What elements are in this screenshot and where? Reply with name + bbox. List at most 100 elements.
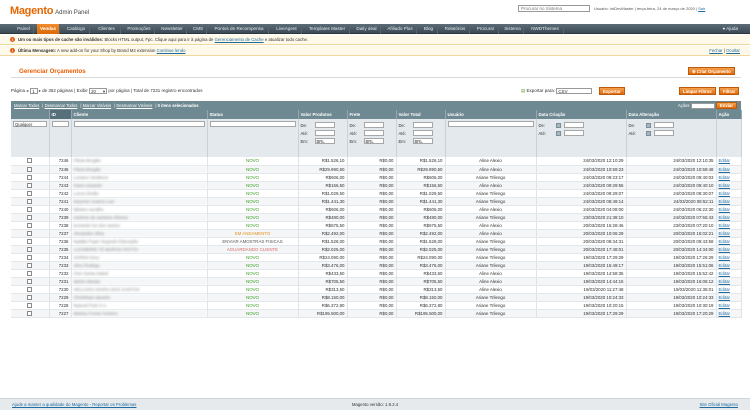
row-checkbox[interactable] [27, 206, 33, 212]
row-checkbox[interactable] [27, 254, 33, 260]
magento-logo[interactable]: Magento Admin Panel [10, 5, 89, 17]
edit-link[interactable]: Editar [719, 183, 730, 188]
nav-item-afiliado-plus[interactable]: Afiliado Plus [384, 24, 417, 34]
row-checkbox[interactable] [27, 190, 33, 196]
unselect-visible-link[interactable]: Desmarcar Visíveis [116, 103, 152, 108]
nav-item-promo-es[interactable]: Promoções [124, 24, 155, 34]
table-row[interactable]: 7238 leonardo loz dos santos NOVO R$675,50 R… [11, 221, 742, 230]
page-number-input[interactable]: 1 [29, 88, 38, 94]
nav-item-vendas[interactable]: Vendas [37, 24, 60, 34]
range-from-input[interactable] [412, 122, 433, 128]
export-button[interactable]: Exportar [599, 87, 625, 95]
table-row[interactable]: 7234 VAREN Grey NOVO R$24.090,00 R$0,00 R$24.… [11, 253, 742, 262]
export-format-select[interactable]: CSV [556, 88, 593, 94]
col-valor-total[interactable]: Valor Total [396, 110, 446, 119]
date-from-input[interactable] [653, 122, 674, 128]
search-button[interactable]: Filtrar [719, 87, 740, 95]
nav-item-painel[interactable]: Painel [14, 24, 34, 34]
table-row[interactable]: 7237 Alexandre Silva EM ANDAMENTO R$2.492,0… [11, 229, 742, 238]
table-row[interactable]: 7244 Luciano Venâncio NOVO R$606,00 R$0,00 R$… [11, 173, 742, 182]
table-row[interactable]: 7233 Alice Rodrigo NOVO R$3.476,00 R$0,00 R$3… [11, 261, 742, 270]
nav-item-clientes[interactable]: Clientes [93, 24, 121, 34]
col-valor-produtos[interactable]: Valor Produtos [298, 110, 348, 119]
row-checkbox[interactable] [27, 310, 33, 316]
row-checkbox[interactable] [27, 238, 33, 244]
table-row[interactable]: 7229 Christhiam abonim NOVO R$8.150,00 R$0,0… [11, 293, 742, 302]
close-message-link[interactable]: Fechar [709, 48, 722, 53]
nav-item-liveagent[interactable]: LiveAgent [272, 24, 302, 34]
table-row[interactable]: 7246 Flávia Bregão NOVO R$1.526,10 R$0,00 R$1… [11, 157, 742, 166]
global-search-input[interactable] [518, 5, 590, 12]
currency-select[interactable]: BRL [314, 138, 335, 144]
row-checkbox[interactable] [27, 174, 33, 180]
currency-select[interactable]: BRL [363, 138, 384, 144]
row-checkbox[interactable] [27, 230, 33, 236]
submit-button[interactable]: Enviar [715, 102, 737, 109]
continue-reading-link[interactable]: Continue lendo [157, 48, 186, 53]
prev-page-icon[interactable]: ◂ [26, 88, 28, 93]
edit-link[interactable]: Editar [719, 175, 730, 180]
range-to-input[interactable] [412, 130, 433, 136]
col-status[interactable]: Status [207, 110, 299, 119]
nav-item-pontos-de-recompensa[interactable]: Pontos de Recompensa [210, 24, 269, 34]
row-checkbox[interactable] [27, 182, 33, 188]
row-checkbox[interactable] [27, 262, 33, 268]
nav-item-cms[interactable]: CMS [190, 24, 207, 34]
currency-select[interactable]: BRL [412, 138, 433, 144]
row-checkbox[interactable] [27, 278, 33, 284]
col-cliente[interactable]: Cliente [71, 110, 208, 119]
edit-link[interactable]: Editar [719, 279, 730, 284]
table-row[interactable]: 7235 LUCIMEIRE TE MURAKI ROTTA AGUARDANDO … [11, 245, 742, 254]
edit-link[interactable]: Editar [719, 311, 730, 316]
col-data-alteracao[interactable]: Data Alteração [626, 110, 717, 119]
edit-link[interactable]: Editar [719, 191, 730, 196]
range-to-input[interactable] [363, 130, 384, 136]
calendar-icon[interactable] [645, 130, 651, 136]
unselect-all-link[interactable]: Desmarcar Todos [45, 103, 78, 108]
filter-usuario-input[interactable] [447, 121, 534, 127]
edit-link[interactable]: Editar [719, 239, 730, 244]
table-row[interactable]: 7232 CNA Santa Isabel NOVO R$433,50 R$0,00 R$… [11, 269, 742, 278]
edit-link[interactable]: Editar [719, 287, 730, 292]
range-from-input[interactable] [314, 122, 335, 128]
edit-link[interactable]: Editar [719, 158, 730, 163]
filter-cliente-input[interactable] [73, 121, 205, 127]
logout-link[interactable]: Sair [698, 6, 705, 11]
range-to-input[interactable] [314, 130, 335, 136]
hide-message-link[interactable]: Ocultar [726, 48, 740, 53]
edit-link[interactable]: Editar [719, 263, 730, 268]
edit-link[interactable]: Editar [719, 303, 730, 308]
col-id[interactable]: ID [49, 110, 72, 119]
row-checkbox[interactable] [27, 214, 33, 220]
nav-item-templates-master[interactable]: Templates Master [305, 24, 350, 34]
nav-item-newsletter[interactable]: Newsletter [158, 24, 187, 34]
nav-item-cat-logo[interactable]: Catálogo [63, 24, 90, 34]
nav-item-daily-deal[interactable]: Daily deal [353, 24, 381, 34]
nav-item-relat-rios[interactable]: Relatórios [441, 24, 470, 34]
range-from-input[interactable] [363, 122, 384, 128]
edit-link[interactable]: Editar [719, 247, 730, 252]
edit-link[interactable]: Editar [719, 255, 730, 260]
table-row[interactable]: 7243 mario eduardo NOVO R$156,50 R$0,00 R$156… [11, 181, 742, 190]
row-checkbox[interactable] [27, 302, 33, 308]
select-visible-link[interactable]: Marcar Visíveis [83, 103, 112, 108]
edit-link[interactable]: Editar [719, 199, 730, 204]
table-row[interactable]: 7241 Karynne Soares Luiz NOVO R$1.441,30 R$0… [11, 197, 742, 206]
edit-link[interactable]: Editar [719, 207, 730, 212]
table-row[interactable]: 7240 fabiano serafim NOVO R$606,00 R$0,00 R$6… [11, 205, 742, 214]
create-quote-button[interactable]: ⊕ Criar Orçamento [688, 67, 735, 75]
nav-item-nwdthemes[interactable]: NWDThemes [527, 24, 564, 34]
select-all-link[interactable]: Marcar Todos [14, 103, 39, 108]
row-checkbox[interactable] [27, 286, 33, 292]
table-row[interactable]: 7231 darlon dantas NOVO R$705,50 R$0,00 R$705… [11, 277, 742, 286]
edit-link[interactable]: Editar [719, 231, 730, 236]
row-checkbox[interactable] [27, 270, 33, 276]
edit-link[interactable]: Editar [719, 271, 730, 276]
nav-item-procurar[interactable]: Procurar [473, 24, 499, 34]
filter-status-select[interactable] [209, 121, 296, 127]
calendar-icon[interactable] [555, 122, 561, 128]
row-checkbox[interactable] [27, 166, 33, 172]
date-to-input[interactable] [653, 130, 674, 136]
edit-link[interactable]: Editar [719, 167, 730, 172]
row-checkbox[interactable] [27, 222, 33, 228]
